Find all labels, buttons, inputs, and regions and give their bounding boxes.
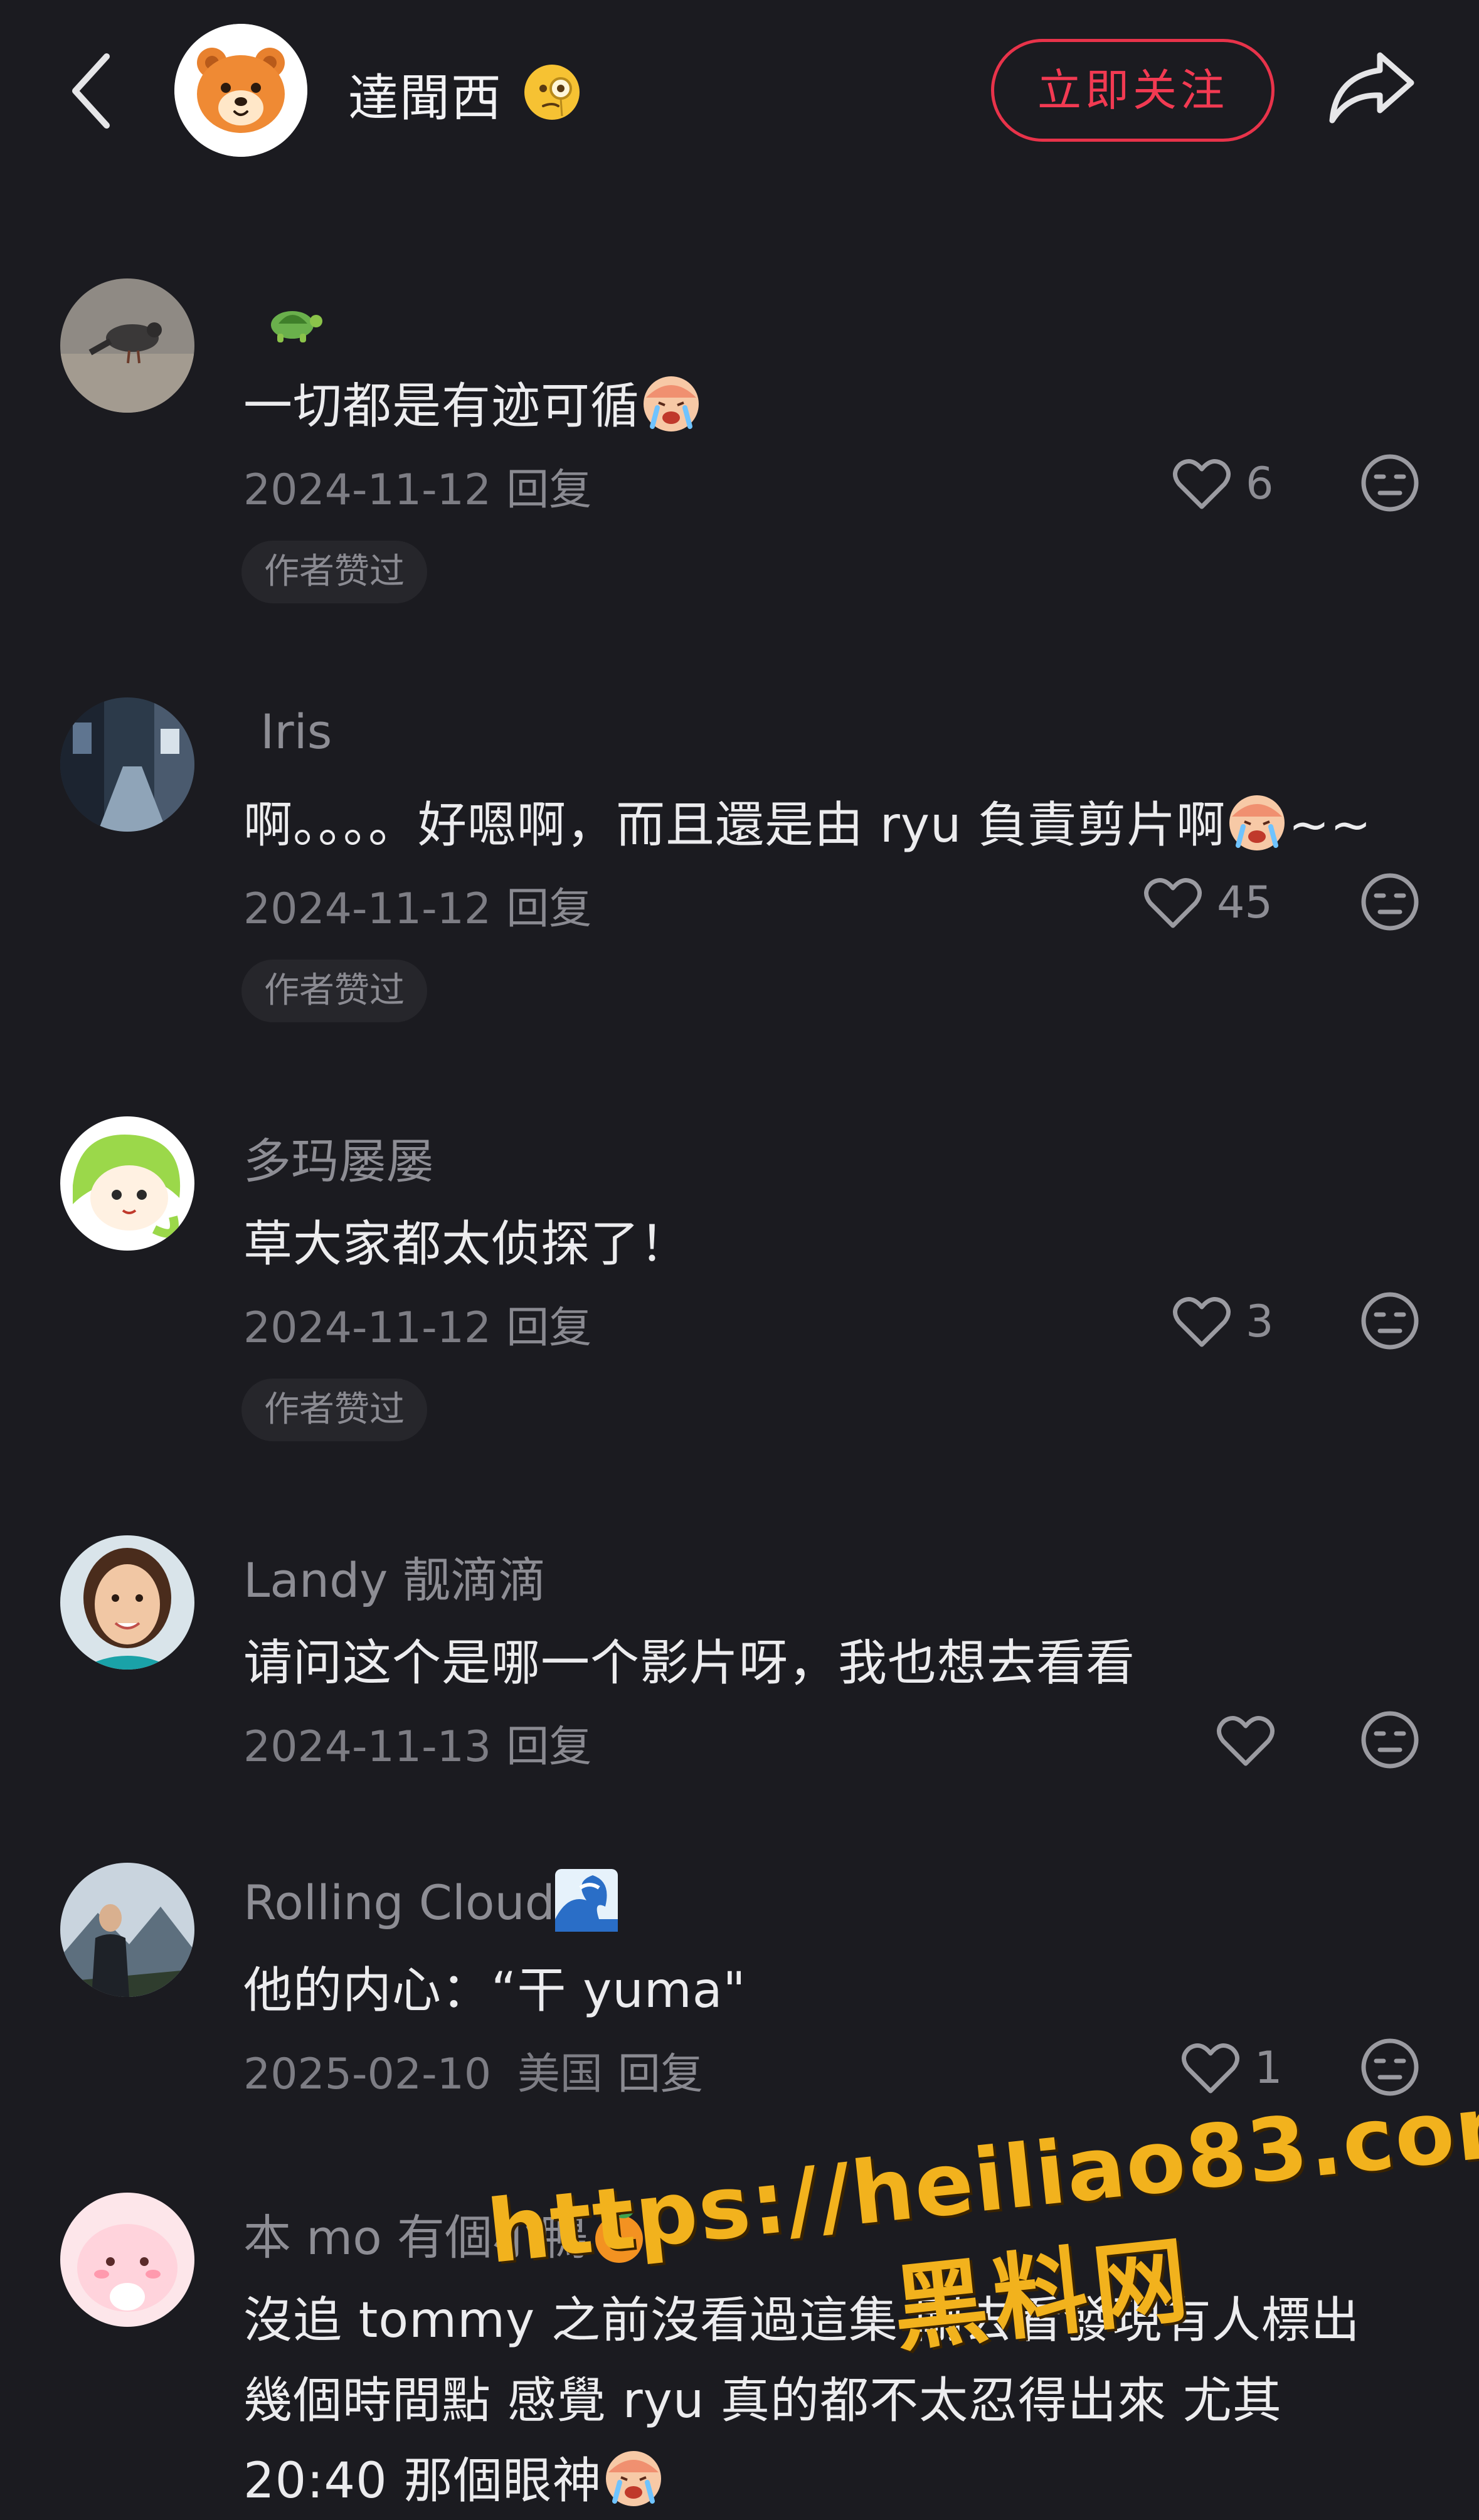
like-count: 45 (1217, 877, 1273, 928)
pigeon-photo-icon (60, 278, 194, 413)
like-count: 3 (1246, 1296, 1274, 1347)
crying-face-emoji-icon (1229, 795, 1285, 850)
commenter-avatar[interactable] (60, 2193, 194, 2327)
like-button[interactable]: 1 (1180, 2035, 1287, 2104)
comment-text-line: 20:40 那個眼神 (243, 2442, 665, 2512)
chevron-left-icon (72, 53, 110, 129)
crying-face-emoji-icon (605, 2451, 661, 2506)
meh-face-icon (1361, 1711, 1419, 1769)
comment-text: 一切都是有迹可循 (243, 367, 702, 437)
meh-face-icon (1361, 1292, 1419, 1350)
comment-text: 啊。。。。好嗯啊，而且還是由 ryu 負責剪片啊 ~~ (243, 786, 1372, 856)
comment-text-suffix: ~~ (1288, 797, 1372, 854)
comment-location: 美国 (517, 2050, 603, 2099)
commenter-avatar[interactable] (60, 1863, 194, 1997)
woman-portrait-icon (60, 1535, 194, 1670)
heart-icon (1217, 1716, 1275, 1766)
reply-button[interactable]: 回复 (618, 2050, 703, 2099)
commenter-name: 本 mo 有個小鴨 (243, 2199, 650, 2268)
orange-emoji-icon (595, 2210, 643, 2263)
commenter-name-text[interactable]: Rolling Cloud (243, 1875, 555, 1930)
author-avatar[interactable] (174, 24, 307, 157)
share-button[interactable] (1323, 44, 1418, 132)
commenter-avatar[interactable] (60, 1535, 194, 1670)
commenter-name[interactable]: 多玛屡屡 (243, 1123, 434, 1192)
heart-icon (1173, 1297, 1231, 1347)
meh-face-icon (1361, 454, 1419, 512)
comment-meta: 2024-11-13 回复 (243, 1712, 591, 1774)
street-photo-icon (60, 697, 194, 832)
author-name[interactable]: 達聞西 (348, 58, 502, 130)
reply-button[interactable]: 回复 (506, 884, 591, 934)
like-button[interactable]: 6 (1172, 450, 1285, 519)
anime-girl-avatar-icon (60, 1116, 194, 1251)
commenter-name[interactable]: Iris (260, 704, 332, 760)
comment-text: 草大家都太侦探了！ (243, 1216, 690, 1273)
reaction-button[interactable] (1359, 2036, 1421, 2099)
author-liked-badge: 作者赞过 (241, 541, 427, 603)
comment-date: 2025-02-10 (243, 2050, 492, 2099)
meh-face-icon (1361, 2038, 1419, 2096)
reply-button[interactable]: 回复 (506, 1722, 591, 1772)
comment-date: 2024-11-12 (243, 465, 492, 515)
comment-meta: 2024-11-12 回复 (243, 1293, 591, 1355)
comment-text: 请问这个是哪一个影片呀，我也想去看看 (243, 1635, 1136, 1691)
reply-button[interactable]: 回复 (506, 465, 591, 515)
commenter-name: Rolling Cloud (243, 1869, 618, 1932)
comment-meta: 2024-11-12 回复 (243, 455, 591, 517)
share-arrow-icon (1329, 52, 1414, 124)
comment-text-content: 啊。。。。好嗯啊，而且還是由 ryu 負責剪片啊 (243, 797, 1226, 854)
comment-text-line: 幾個時間點 感覺 ryu 真的都不太忍得出來 尤其 (243, 2373, 1282, 2429)
mountain-portrait-icon (60, 1863, 194, 1997)
commenter-name[interactable]: Landy 靓滴滴 (243, 1542, 546, 1611)
like-button[interactable]: 3 (1172, 1288, 1285, 1357)
comment-date: 2024-11-12 (243, 1303, 492, 1353)
like-button[interactable]: 45 (1143, 869, 1287, 938)
like-count: 1 (1254, 2042, 1283, 2094)
like-button[interactable] (1216, 1707, 1285, 1776)
monocle-face-emoji-icon (524, 65, 580, 120)
reaction-button[interactable] (1359, 452, 1421, 514)
commenter-avatar[interactable] (60, 278, 194, 413)
follow-button[interactable]: 立即关注 (991, 39, 1275, 142)
comment-date: 2024-11-12 (243, 884, 492, 934)
commenter-name-text[interactable]: 本 mo 有個小鴨 (243, 2210, 588, 2265)
comment-text-content: 一切都是有迹可循 (243, 378, 640, 435)
meh-face-icon (1361, 873, 1419, 931)
author-liked-badge: 作者赞过 (241, 1379, 427, 1441)
top-bar: 達聞西 立即关注 (0, 0, 1479, 182)
reply-button[interactable]: 回复 (506, 1303, 591, 1353)
comment-meta: 2025-02-10 美国 回复 (243, 2039, 703, 2101)
back-button[interactable] (63, 50, 119, 132)
crying-face-emoji-icon (644, 376, 699, 431)
turtle-emoji-icon (271, 311, 322, 342)
comment-text-line: 沒追 tommy 之前沒看過這集 剛去看發現有人標出 (243, 2292, 1360, 2349)
comment-meta: 2024-11-12 回复 (243, 874, 591, 936)
reaction-button[interactable] (1359, 871, 1421, 933)
commenter-avatar[interactable] (60, 697, 194, 832)
comment-date: 2024-11-13 (243, 1722, 492, 1772)
like-count: 6 (1246, 458, 1274, 509)
bear-avatar-icon (174, 24, 307, 157)
comment-text: 他的内心：“干 yuma" (243, 1962, 746, 2019)
reaction-button[interactable] (1359, 1708, 1421, 1771)
heart-icon (1144, 878, 1202, 928)
commenter-avatar[interactable] (60, 1116, 194, 1251)
reaction-button[interactable] (1359, 1289, 1421, 1352)
author-liked-badge: 作者赞过 (241, 960, 427, 1022)
heart-icon (1182, 2043, 1239, 2094)
comment-text-content: 20:40 那個眼神 (243, 2453, 602, 2509)
pink-mochi-avatar-icon (60, 2193, 194, 2327)
wave-emoji-icon (554, 1869, 618, 1932)
heart-icon (1173, 459, 1231, 509)
